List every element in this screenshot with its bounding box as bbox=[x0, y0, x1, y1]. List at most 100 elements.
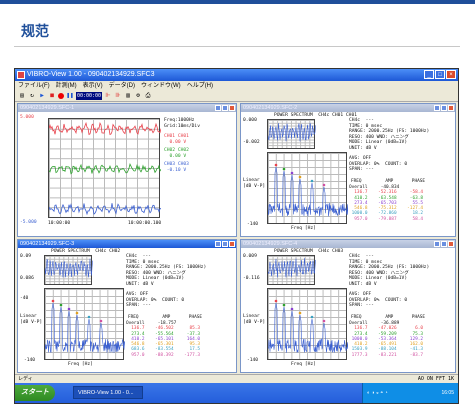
channel-2-value: CH02 CH02 0.00 V bbox=[164, 148, 189, 159]
peak-marker[interactable] bbox=[59, 303, 63, 307]
y-bottom-label: -5.000 bbox=[20, 220, 37, 225]
menu-data[interactable]: データ(D) bbox=[109, 81, 135, 91]
spectrum-plot[interactable] bbox=[267, 288, 348, 360]
peak-table: Overall -18.757 136.7 -46.502 85.3 273.4… bbox=[126, 321, 200, 358]
y-top-label: 0.009 bbox=[243, 254, 257, 259]
window-maximize-button[interactable] bbox=[222, 105, 228, 111]
menu-measure[interactable]: 計測(M) bbox=[56, 81, 77, 91]
menu-view[interactable]: 表示(V) bbox=[83, 81, 103, 91]
time-plot[interactable] bbox=[44, 255, 93, 285]
window-titlebar[interactable]: 090402134929.SFC-3 bbox=[18, 240, 236, 248]
waveform-window[interactable]: 090402134929.SFC-1 5.000 -5.000 10:00:00… bbox=[17, 103, 237, 237]
window-titlebar[interactable]: 090402134929.SFC-2 bbox=[241, 104, 455, 112]
averaging-info: AVG: OFF OVERLAP: 0% COUNT: 0 SPAN: --- bbox=[126, 292, 185, 309]
page-title: 规范 bbox=[21, 24, 49, 40]
window-maximize-button[interactable] bbox=[441, 241, 447, 247]
time-trace bbox=[268, 122, 316, 142]
peak-marker[interactable] bbox=[99, 319, 103, 323]
peak-marker[interactable] bbox=[87, 315, 91, 319]
spectrum-window-3[interactable]: 090402134929.SFC-3 POWER SPECTRUM CH4c C… bbox=[17, 239, 237, 373]
y-mid-label: -0.002 bbox=[243, 140, 260, 145]
y-top-label: 0.000 bbox=[243, 118, 257, 123]
y-mid-label: 0.086 bbox=[20, 276, 34, 281]
toolbar: ▤ ↻ ▶ ■ ❚❚ 00:00:00 ⊩ ⊪ ▥ ⚙ ⎙ bbox=[15, 91, 458, 102]
peak-marker[interactable] bbox=[274, 163, 278, 167]
window-minimize-button[interactable] bbox=[434, 241, 440, 247]
play-icon[interactable]: ▶ bbox=[38, 92, 46, 100]
menu-file[interactable]: ファイル(F) bbox=[18, 81, 50, 91]
window-titlebar[interactable]: 090402134929.SFC-4 bbox=[241, 240, 455, 248]
spectrum-plot[interactable] bbox=[267, 152, 348, 224]
time-plot[interactable] bbox=[267, 255, 316, 285]
window-minimize-button[interactable] bbox=[434, 105, 440, 111]
peak-marker[interactable] bbox=[67, 307, 71, 311]
time-trace bbox=[268, 258, 316, 278]
peak-marker[interactable] bbox=[322, 319, 326, 323]
window-close-button[interactable] bbox=[448, 241, 454, 247]
x-axis-label: Freq [Hz] bbox=[291, 226, 316, 231]
peak-marker[interactable] bbox=[282, 303, 286, 307]
window-titlebar[interactable]: 090402134929.SFC-1 bbox=[18, 104, 236, 112]
peak-marker[interactable] bbox=[310, 179, 314, 183]
start-button[interactable]: スタート bbox=[15, 385, 55, 401]
window-minimize-button[interactable] bbox=[215, 105, 221, 111]
chart-icon[interactable]: ▥ bbox=[124, 92, 132, 100]
clock: 16:05 bbox=[441, 390, 454, 396]
menu-window[interactable]: ウィンドウ(W) bbox=[141, 81, 181, 91]
spectrum-plot[interactable] bbox=[44, 288, 125, 360]
peak-marker[interactable] bbox=[274, 299, 278, 303]
header-accent-bar bbox=[0, 0, 475, 4]
peak-marker[interactable] bbox=[290, 307, 294, 311]
marker-icon[interactable]: ⊪ bbox=[114, 92, 122, 100]
peak-marker[interactable] bbox=[322, 183, 326, 187]
window-close-button[interactable] bbox=[448, 105, 454, 111]
settings-icon[interactable]: ⚙ bbox=[134, 92, 142, 100]
stop-icon[interactable]: ■ bbox=[48, 92, 56, 100]
peak-row: 136.7 -52.316 -58.4 bbox=[349, 190, 424, 196]
taskbar-app-button[interactable]: VIBRO-View 1.00 - 0... bbox=[73, 386, 143, 399]
spectrum-header: POWER SPECTRUM CH4c CH03 bbox=[274, 249, 344, 254]
window-maximize-button[interactable] bbox=[441, 105, 447, 111]
time-plot[interactable] bbox=[267, 119, 316, 149]
spectrum-traces bbox=[268, 163, 348, 217]
window-close-button[interactable] bbox=[229, 105, 235, 111]
peak-row: 1503.9 -88.104 -41.3 bbox=[349, 347, 424, 353]
peak-row: 1000.0 -72.860 18.2 bbox=[349, 211, 424, 217]
fft-icon[interactable]: ⊩ bbox=[104, 92, 112, 100]
taskbar: スタート VIBRO-View 1.00 - 0... ◐ ◑ ◒ ◓ ◔ 16… bbox=[15, 383, 458, 403]
peak-marker[interactable] bbox=[51, 299, 55, 303]
spectrum-window-4[interactable]: 090402134929.SFC-4 POWER SPECTRUM CH4c C… bbox=[240, 239, 456, 373]
print-icon[interactable]: ⎙ bbox=[144, 92, 152, 100]
peak-table: Overall -40.834 136.7 -52.316 -58.4 410.… bbox=[349, 185, 423, 222]
y-top-label: 0.09 bbox=[20, 254, 32, 259]
peak-marker[interactable] bbox=[310, 315, 314, 319]
close-button[interactable]: × bbox=[446, 70, 456, 79]
peak-marker[interactable] bbox=[75, 311, 79, 315]
peak-marker[interactable] bbox=[290, 171, 294, 175]
menu-bar: ファイル(F) 計測(M) 表示(V) データ(D) ウィンドウ(W) ヘルプ(… bbox=[15, 81, 458, 91]
maximize-button[interactable]: □ bbox=[435, 70, 445, 79]
minimize-button[interactable]: _ bbox=[424, 70, 434, 79]
peak-marker[interactable] bbox=[298, 175, 302, 179]
app-titlebar[interactable]: VIBRO-View 1.00 - 090402134929.SFC3 _ □ … bbox=[15, 69, 458, 81]
peak-marker[interactable] bbox=[298, 311, 302, 315]
window-maximize-button[interactable] bbox=[222, 241, 228, 247]
open-icon[interactable]: ▤ bbox=[18, 92, 26, 100]
peak-marker[interactable] bbox=[282, 167, 286, 171]
x-left-label: 10:00:00 bbox=[48, 221, 71, 226]
y-bottom-label: -140 bbox=[24, 358, 36, 363]
y-mid-label: -0.116 bbox=[243, 276, 260, 281]
waveform-plot[interactable] bbox=[48, 118, 161, 218]
refresh-icon[interactable]: ↻ bbox=[28, 92, 36, 100]
time-display: 00:00:00 bbox=[76, 92, 102, 100]
menu-help[interactable]: ヘルプ(H) bbox=[187, 81, 213, 91]
tray-icons[interactable]: ◐ ◑ ◒ ◓ ◔ bbox=[367, 390, 388, 396]
pause-icon[interactable]: ❚❚ bbox=[66, 92, 74, 100]
status-bar: レディ AO ON FFT 1K bbox=[15, 374, 458, 383]
x-right-label: 10:00:00.100 bbox=[128, 221, 162, 226]
record-icon[interactable] bbox=[58, 93, 64, 99]
window-minimize-button[interactable] bbox=[215, 241, 221, 247]
spectrum-window-2[interactable]: 090402134929.SFC-2 POWER SPECTRUM CH4c C… bbox=[240, 103, 456, 237]
window-close-button[interactable] bbox=[229, 241, 235, 247]
y-axis-label: Linear [dB V-P] bbox=[243, 178, 266, 189]
